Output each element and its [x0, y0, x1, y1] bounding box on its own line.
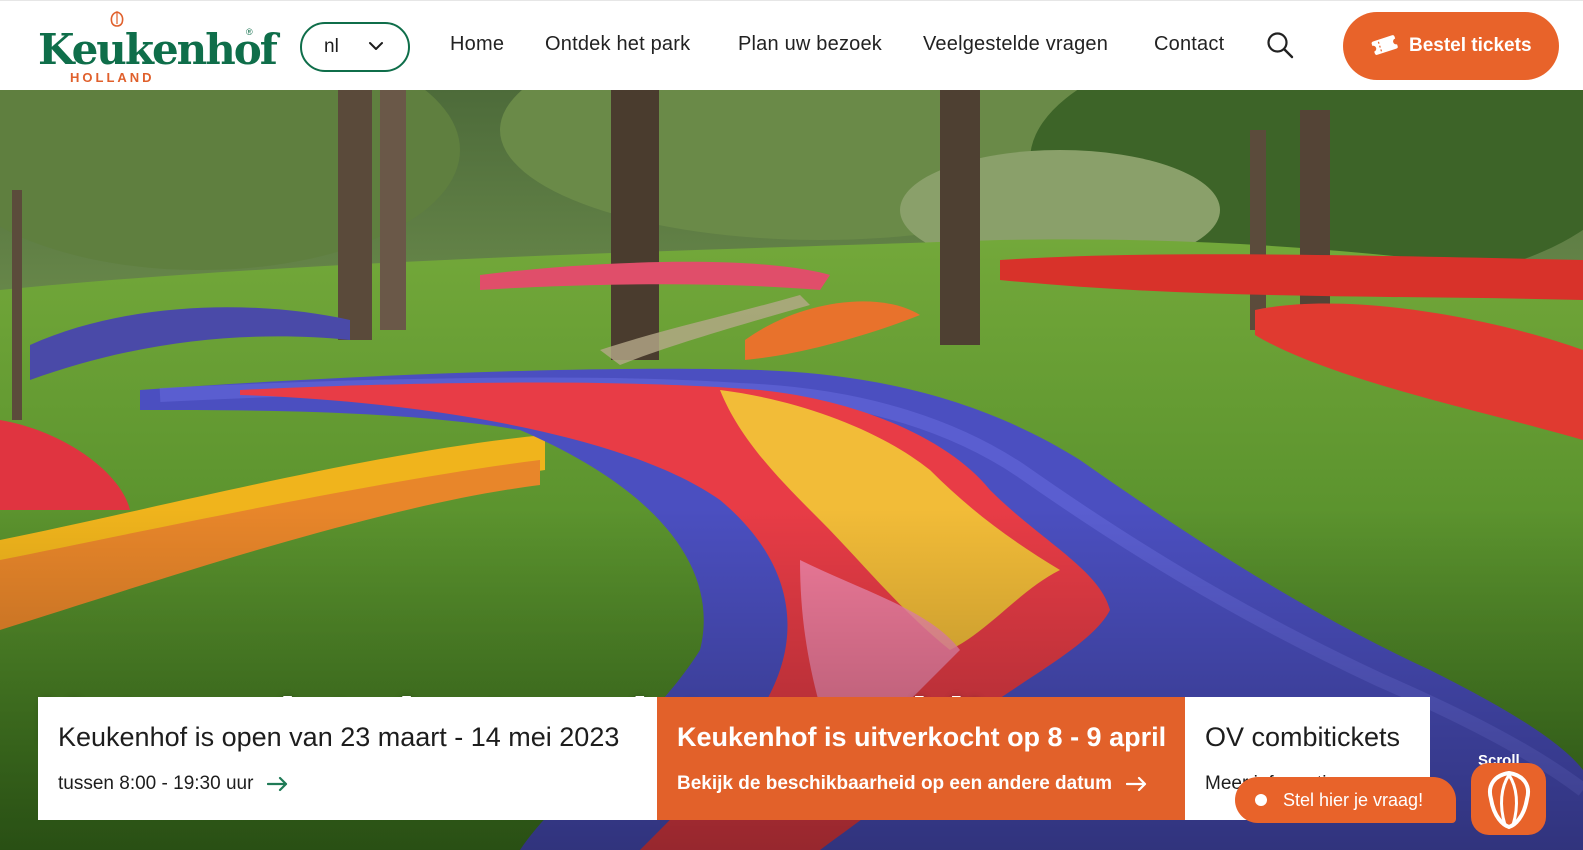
nav-home[interactable]: Home — [450, 33, 504, 56]
arrow-right-icon — [1126, 776, 1147, 792]
nav-veelgestelde-vragen[interactable]: Veelgestelde vragen — [923, 33, 1108, 56]
logo-wordmark: Keukenhof — [38, 25, 278, 74]
sold-out-title: Keukenhof is uitverkocht op 8 - 9 april — [677, 722, 1167, 752]
keukenhof-logo[interactable]: Keukenhof ® HOLLAND — [38, 11, 278, 87]
logo-subtitle: HOLLAND — [70, 70, 155, 85]
nav-contact[interactable]: Contact — [1154, 33, 1224, 56]
sold-out-card[interactable]: Keukenhof is uitverkocht op 8 - 9 april … — [657, 697, 1185, 820]
order-tickets-button[interactable]: Bestel tickets — [1343, 12, 1559, 80]
arrow-right-icon — [267, 776, 288, 792]
opening-hours-link[interactable]: tussen 8:00 - 19:30 uur — [58, 773, 289, 795]
availability-link[interactable]: Bekijk de beschikbaarheid op een andere … — [677, 773, 1148, 795]
chat-prompt-text: Stel hier je vraag! — [1283, 789, 1424, 810]
opening-hours-link-label: tussen 8:00 - 19:30 uur — [58, 773, 254, 794]
online-status-dot — [1255, 794, 1267, 806]
tulip-chat-icon — [1488, 770, 1530, 830]
search-icon[interactable] — [1266, 31, 1294, 59]
ov-combi-tickets-title: OV combitickets — [1205, 722, 1401, 752]
chevron-down-icon — [369, 42, 383, 50]
opening-hours-card[interactable]: Keukenhof is open van 23 maart - 14 mei … — [38, 697, 657, 820]
chat-prompt-bubble[interactable]: Stel hier je vraag! — [1235, 777, 1456, 823]
nav-plan-uw-bezoek[interactable]: Plan uw bezoek — [738, 33, 882, 56]
availability-link-label: Bekijk de beschikbaarheid op een andere … — [677, 773, 1113, 794]
language-selector[interactable]: nl — [300, 22, 410, 72]
ticket-icon — [1370, 35, 1400, 55]
chat-open-button[interactable] — [1471, 763, 1546, 835]
site-header: Keukenhof ® HOLLAND nl Home Ontdek het p… — [0, 0, 1583, 90]
nav-ontdek-het-park[interactable]: Ontdek het park — [545, 33, 690, 56]
order-tickets-label: Bestel tickets — [1409, 35, 1532, 56]
language-selector-value: nl — [324, 36, 339, 57]
logo-registered-mark: ® — [246, 27, 253, 37]
opening-hours-title: Keukenhof is open van 23 maart - 14 mei … — [58, 722, 620, 752]
